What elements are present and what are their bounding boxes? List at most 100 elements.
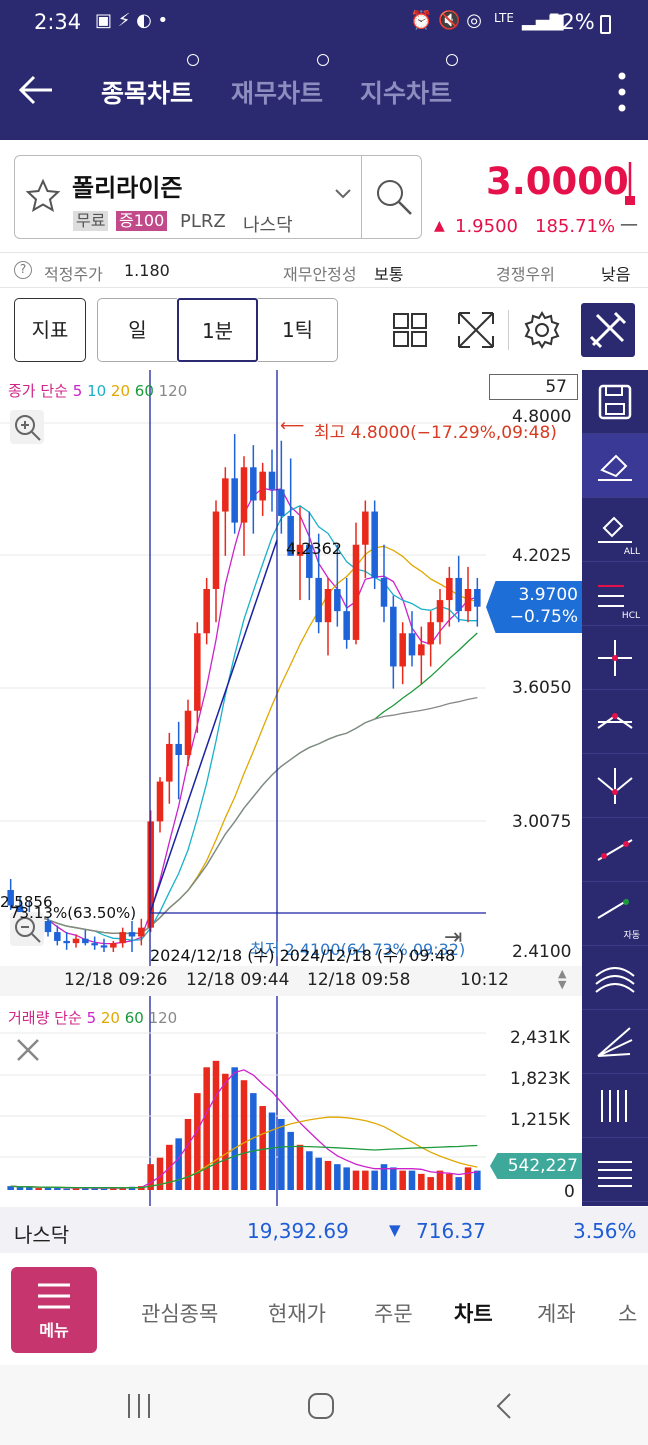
settings-gear-icon[interactable]: [522, 310, 562, 350]
period-day-button[interactable]: 일: [97, 298, 177, 362]
price-ma-5[interactable]: 5: [73, 382, 83, 400]
recent-apps-icon[interactable]: [124, 1391, 154, 1421]
tool-hlc-line[interactable]: HCL: [582, 562, 648, 626]
layout-grid-icon[interactable]: [392, 312, 428, 348]
back-arrow-icon[interactable]: [16, 70, 56, 110]
x-tick-3: 10:12: [460, 970, 509, 990]
down-triangle-icon: ▼: [389, 1221, 401, 1239]
price-ma-20[interactable]: 20: [106, 382, 130, 400]
volume-bar: [100, 1188, 108, 1190]
save-icon: [598, 384, 632, 420]
x-axis-scroll-icon[interactable]: ▲ ▼: [558, 968, 566, 990]
tool-save[interactable]: [582, 370, 648, 434]
tab-badge-icon: [317, 54, 329, 66]
current-price-tag: 3.9700 −0.75%: [486, 581, 582, 633]
x-axis[interactable]: 12/18 09:26 12/18 09:44 12/18 09:58 10:1…: [0, 966, 582, 996]
help-icon[interactable]: ?: [14, 261, 32, 279]
home-icon[interactable]: [306, 1391, 336, 1421]
price-ma-120[interactable]: 120: [154, 382, 188, 400]
app-header: 종목차트 재무차트 지수차트: [0, 46, 648, 140]
candle-body: [184, 710, 192, 756]
network-type: LTE: [494, 11, 514, 25]
tool-arc[interactable]: [582, 946, 648, 1010]
ma-line-60: [10, 632, 478, 935]
price-ma-10[interactable]: 10: [82, 382, 106, 400]
up-triangle-icon: ▲: [434, 218, 445, 234]
nav-chart[interactable]: 차트: [454, 1298, 493, 1328]
volume-bar: [16, 1187, 24, 1190]
nav-order[interactable]: 주문: [374, 1298, 413, 1328]
tool-peak-line[interactable]: [582, 690, 648, 754]
competition-label: 경쟁우위: [496, 265, 555, 284]
candle-body: [100, 945, 108, 948]
index-value: 19,392.69: [247, 1219, 349, 1243]
index-ticker-bar[interactable]: 나스닥 19,392.69 ▼ 716.37 3.56%: [0, 1207, 648, 1253]
candle-body: [231, 478, 238, 523]
tool-vertical-lines[interactable]: [582, 1074, 648, 1138]
zoom-in-icon[interactable]: [10, 410, 44, 444]
x-tick-0: 12/18 09:26: [64, 970, 168, 990]
volume-legend[interactable]: 거래량 단순 5 20 60 120: [8, 1007, 177, 1028]
nav-quote[interactable]: 현재가: [268, 1298, 326, 1328]
nav-watchlist[interactable]: 관심종목: [141, 1298, 218, 1328]
volume-ma-5[interactable]: 5: [87, 1009, 97, 1027]
tool-valley-line[interactable]: [582, 754, 648, 818]
y-tick-4: 2.4100: [512, 942, 572, 962]
volume-bar: [455, 1177, 462, 1190]
close-volume-icon[interactable]: [12, 1034, 44, 1066]
volume-bar: [315, 1157, 322, 1190]
candle-body: [371, 511, 378, 578]
volume-ma-20[interactable]: 20: [96, 1009, 120, 1027]
tool-trend-line[interactable]: [582, 818, 648, 882]
tab-financial-chart[interactable]: 재무차트: [231, 74, 323, 110]
search-icon[interactable]: [373, 176, 415, 218]
tab-index-chart[interactable]: 지수차트: [360, 74, 452, 110]
candle-body: [380, 577, 388, 607]
current-price-tag-percent: −0.75%: [509, 607, 578, 627]
tool-cross-line[interactable]: [582, 626, 648, 690]
favorite-star-icon[interactable]: [25, 178, 61, 214]
chevron-down-icon[interactable]: [333, 186, 353, 200]
volume-bar: [380, 1164, 388, 1190]
scroll-end-icon[interactable]: ⇥: [444, 925, 462, 950]
cursor-value-high: 4.2362: [286, 539, 342, 558]
volume-bar: [231, 1067, 238, 1190]
period-1tick-button[interactable]: 1틱: [258, 298, 338, 362]
candle-body: [362, 511, 369, 545]
stock-selector[interactable]: 폴리라이즌 무료 증100 PLRZ 나스닥: [14, 155, 422, 239]
vertical-lines-icon: [601, 1090, 627, 1122]
nav-account[interactable]: 계좌: [537, 1298, 576, 1328]
volume-ma-120[interactable]: 120: [144, 1009, 178, 1027]
candle-body: [455, 577, 462, 612]
tool-auto-trend[interactable]: 자동: [582, 882, 648, 946]
menu-button[interactable]: 메뉴: [11, 1267, 97, 1353]
candle-body: [44, 921, 52, 933]
fullscreen-icon[interactable]: [456, 310, 496, 350]
chart-panel[interactable]: 종가 단순 5 10 20 60 120 57 ⟵ 최고 4.8000(−17.…: [0, 370, 582, 1206]
indicator-button[interactable]: 지표: [14, 298, 86, 362]
volume-ma-list: 5 20 60 120: [87, 1009, 178, 1027]
volume-bar: [446, 1173, 453, 1190]
more-menu-icon[interactable]: [612, 70, 632, 114]
tool-fan-line[interactable]: [582, 1010, 648, 1074]
tool-eraser-all[interactable]: ALL: [582, 498, 648, 562]
tab-stock-chart[interactable]: 종목차트: [101, 74, 193, 110]
price-legend[interactable]: 종가 단순 5 10 20 60 120: [8, 380, 187, 401]
volume-bar: [474, 1170, 481, 1190]
price-ma-60[interactable]: 60: [130, 382, 154, 400]
tab-badge-icon: [187, 54, 199, 66]
nav-more[interactable]: 소: [618, 1298, 637, 1328]
index-name: 나스닥: [14, 1223, 70, 1247]
candle-body: [324, 589, 332, 623]
candle-count-box[interactable]: 57: [489, 374, 578, 400]
drawing-tools-icon[interactable]: [581, 303, 635, 357]
back-icon[interactable]: [490, 1391, 520, 1421]
volume-ma-60[interactable]: 60: [120, 1009, 144, 1027]
period-1min-button[interactable]: 1분: [177, 298, 258, 362]
hamburger-icon: [38, 1283, 70, 1309]
tool-horizontal-lines[interactable]: [582, 1138, 648, 1202]
volume-bar: [418, 1173, 425, 1190]
fin-stability-value: 보통: [374, 265, 404, 284]
chart-svg[interactable]: [0, 370, 582, 1206]
tool-eraser[interactable]: [582, 434, 648, 498]
